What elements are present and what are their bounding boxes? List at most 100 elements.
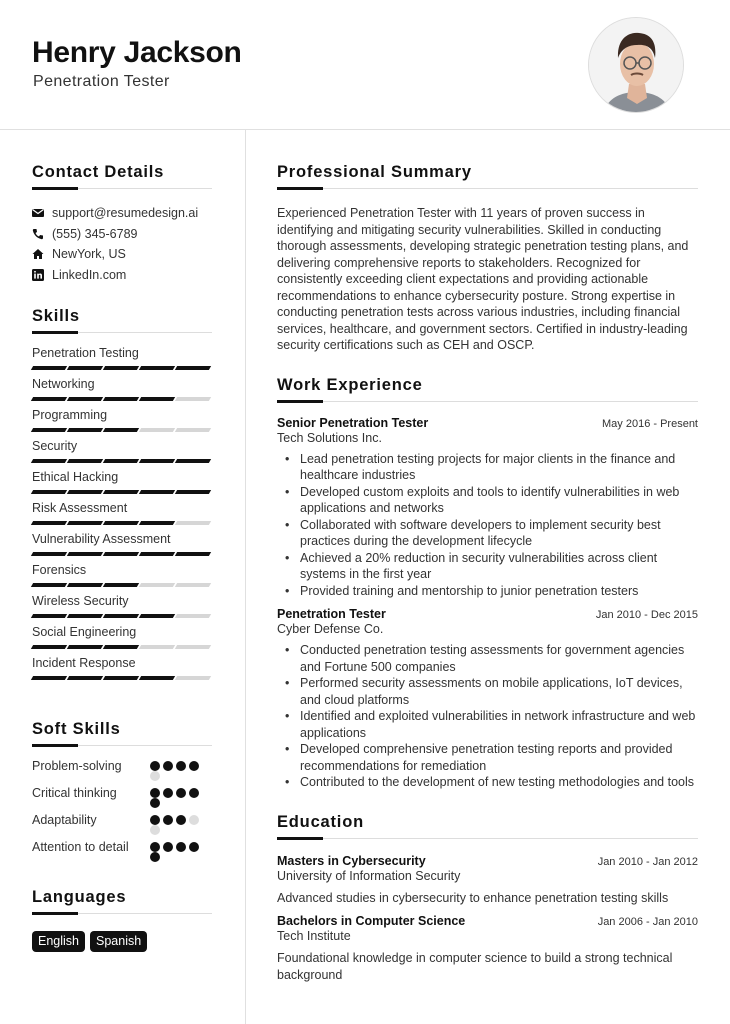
skill-bar-filled (30, 676, 68, 680)
contact-list: support@resumedesign.ai (555) 345-6789 N… (32, 203, 212, 285)
skill-bar-filled (30, 583, 68, 587)
right-column: Professional Summary Experienced Penetra… (277, 130, 698, 983)
skill-bar-filled (30, 428, 68, 432)
language-tags: English Spanish (32, 931, 212, 952)
skill-bar-filled (102, 676, 140, 680)
skill-bar-filled (30, 490, 68, 494)
skill-bar-filled (138, 614, 176, 618)
skill-bar-filled (66, 459, 104, 463)
skill-item: Programming (30, 407, 212, 432)
languages-heading: Languages (32, 888, 212, 915)
experience-heading: Work Experience (277, 376, 698, 403)
skill-bar-filled (66, 490, 104, 494)
level-dot-filled (176, 842, 186, 852)
linkedin-icon (32, 268, 52, 281)
level-dot-empty (150, 825, 160, 835)
skill-level-bars (30, 490, 212, 494)
contact-location-text: NewYork, US (52, 247, 126, 262)
job-company: Cyber Defense Co. (277, 622, 384, 636)
skill-level-bars (30, 552, 212, 556)
skill-bar-filled (30, 552, 68, 556)
contact-email[interactable]: support@resumedesign.ai (32, 203, 212, 224)
level-dot-filled (150, 815, 160, 825)
skill-level-bars (30, 521, 212, 525)
job-entry: Senior Penetration Tester May 2016 - Pre… (277, 416, 698, 600)
soft-skill-label: Attention to detail (32, 840, 129, 854)
skill-bar-filled (102, 490, 140, 494)
contact-phone[interactable]: (555) 345-6789 (32, 224, 212, 245)
skill-bar-filled (66, 366, 104, 370)
skill-bar-filled (102, 521, 140, 525)
level-dot-filled (176, 815, 186, 825)
job-bullet: Contributed to the development of new te… (285, 774, 698, 791)
job-bullet: Collaborated with software developers to… (285, 517, 698, 550)
job-role: Penetration Tester (277, 607, 386, 621)
soft-skills-heading: Soft Skills (32, 720, 212, 747)
job-bullets: Conducted penetration testing assessment… (277, 642, 698, 791)
education-section: Education Masters in Cybersecurity Jan 2… (277, 813, 698, 984)
skill-bar-filled (174, 459, 212, 463)
skills-section: Skills Penetration Testing Networking Prog… (30, 307, 212, 680)
soft-skill-item: Critical thinking (32, 784, 212, 808)
level-dot-filled (189, 842, 199, 852)
candidate-name: Henry Jackson (32, 36, 242, 69)
phone-icon (32, 228, 52, 240)
soft-skills-list: Problem-solving Critical thinking Adaptabi… (32, 757, 212, 862)
skill-bar-filled (102, 645, 140, 649)
skill-bar-filled (102, 552, 140, 556)
contact-section: Contact Details support@resumedesign.ai … (32, 163, 212, 285)
skill-level-bars (30, 676, 212, 680)
soft-skill-label: Problem-solving (32, 759, 122, 773)
skill-bar-empty (174, 645, 212, 649)
skill-bar-filled (102, 428, 140, 432)
skill-bar-filled (138, 676, 176, 680)
skill-bar-empty (174, 397, 212, 401)
skill-bar-filled (66, 428, 104, 432)
skill-bar-empty (174, 428, 212, 432)
soft-skill-item: Problem-solving (32, 757, 212, 781)
skill-level-bars (30, 645, 212, 649)
experience-section: Work Experience Senior Penetration Teste… (277, 376, 698, 791)
skill-item: Ethical Hacking (30, 469, 212, 494)
school: University of Information Security (277, 868, 461, 883)
skill-bar-filled (30, 366, 68, 370)
job-company: Tech Solutions Inc. (277, 430, 382, 445)
contact-linkedin[interactable]: LinkedIn.com (32, 265, 212, 286)
level-dot-filled (176, 761, 186, 771)
skill-bar-filled (138, 490, 176, 494)
job-bullet: Achieved a 20% reduction in security vul… (285, 550, 698, 583)
skill-level-bars (30, 366, 212, 370)
skill-bar-filled (102, 459, 140, 463)
skill-item: Forensics (30, 562, 212, 587)
skill-bar-filled (30, 521, 68, 525)
skill-bar-empty (174, 521, 212, 525)
skill-bar-empty (138, 428, 176, 432)
level-dot-filled (150, 788, 160, 798)
candidate-title: Penetration Tester (33, 73, 170, 90)
skill-level-bars (30, 583, 212, 587)
level-dot-empty (189, 815, 199, 825)
level-dot-filled (163, 761, 173, 771)
skill-bar-filled (66, 676, 104, 680)
soft-skill-level-dots (150, 838, 202, 862)
soft-skill-level-dots (150, 811, 202, 835)
skill-label: Social Engineering (32, 625, 137, 639)
skill-bar-filled (66, 397, 104, 401)
contact-location: NewYork, US (32, 244, 212, 265)
level-dot-filled (150, 761, 160, 771)
summary-section: Professional Summary Experienced Penetra… (277, 163, 698, 354)
education-date: Jan 2006 - Jan 2010 (597, 916, 698, 928)
person-portrait-icon (589, 18, 683, 112)
level-dot-filled (150, 798, 160, 808)
skill-bar-filled (102, 366, 140, 370)
skill-bar-filled (30, 614, 68, 618)
skill-item: Incident Response (30, 655, 212, 680)
job-bullet: Identified and exploited vulnerabilities… (285, 708, 698, 741)
contact-email-text: support@resumedesign.ai (52, 206, 199, 221)
resume-header: Henry Jackson Penetration Tester (0, 0, 730, 130)
job-date: Jan 2010 - Dec 2015 (595, 609, 698, 621)
languages-section: Languages English Spanish (32, 888, 212, 952)
left-column: Contact Details support@resumedesign.ai … (30, 130, 212, 952)
education-description: Advanced studies in cybersecurity to enh… (277, 890, 669, 905)
skill-label: Networking (32, 377, 95, 391)
